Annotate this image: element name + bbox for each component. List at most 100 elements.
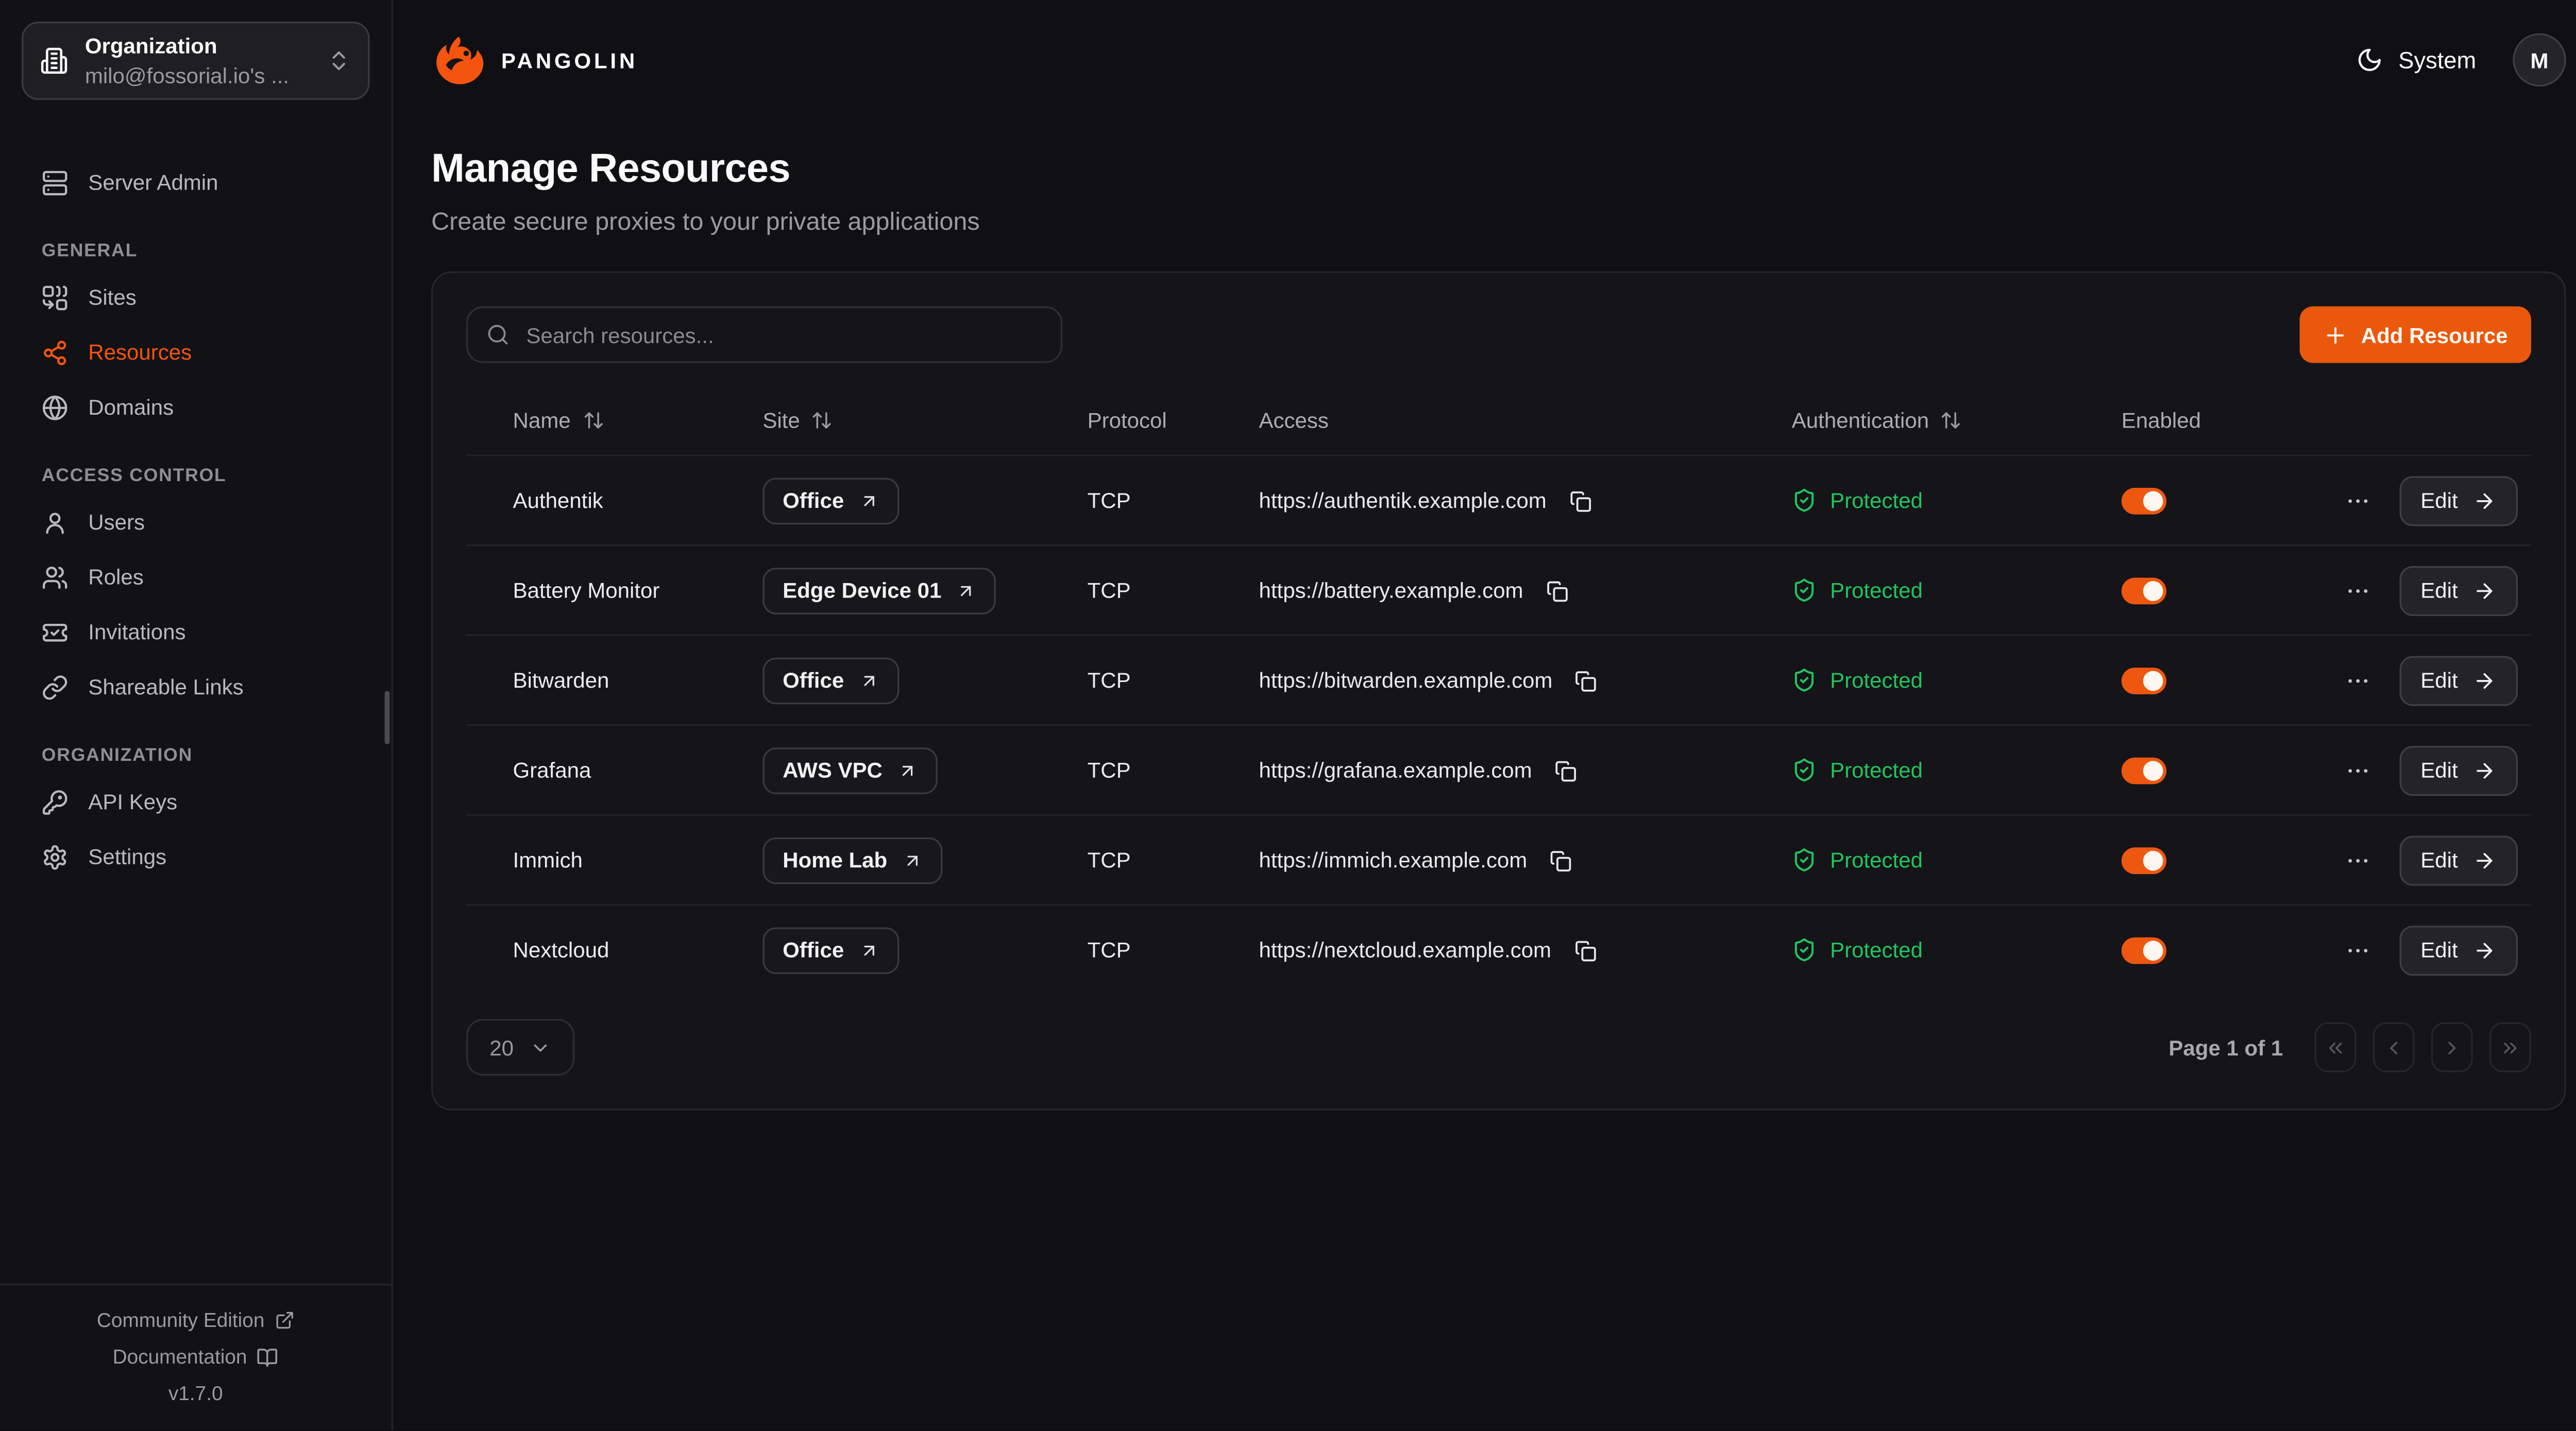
gear-icon — [42, 843, 69, 870]
community-edition-label: Community Edition — [97, 1308, 265, 1332]
toggle-knob — [2143, 490, 2163, 510]
site-name: Office — [783, 668, 844, 692]
arrow-up-right-icon — [957, 580, 977, 600]
sidebar-item-label: Roles — [88, 565, 143, 589]
site-link-button[interactable]: Edge Device 01 — [762, 567, 996, 614]
row-menu-button[interactable] — [2341, 754, 2374, 787]
chevron-down-icon — [530, 1036, 552, 1058]
table-row: Immich Home Lab TCP https://immich.e — [466, 814, 2531, 905]
chevrons-left-icon — [2325, 1036, 2346, 1058]
pangolin-logo-icon — [431, 32, 486, 88]
enabled-toggle[interactable] — [2122, 577, 2166, 604]
sidebar-scrollbar-thumb[interactable] — [385, 691, 390, 744]
sidebar-item-roles[interactable]: Roles — [20, 550, 371, 605]
resources-card: Add Resource Name Site — [431, 271, 2566, 1111]
row-menu-button[interactable] — [2341, 933, 2374, 967]
arrow-up-right-icon — [859, 940, 879, 960]
enabled-toggle[interactable] — [2122, 757, 2166, 783]
site-name: Office — [783, 488, 844, 513]
copy-icon[interactable] — [1569, 663, 1603, 697]
auth-status-badge: Protected — [1830, 758, 1923, 782]
auth-status-badge: Protected — [1830, 488, 1923, 513]
page-size-select[interactable]: 20 — [466, 1019, 575, 1076]
sidebar-item-resources[interactable]: Resources — [20, 325, 371, 380]
column-header-site[interactable]: Site — [762, 407, 1087, 432]
site-link-button[interactable]: Office — [762, 657, 899, 704]
arrow-right-icon — [2473, 489, 2496, 512]
edit-label: Edit — [2420, 578, 2458, 603]
auth-status-badge: Protected — [1830, 668, 1923, 692]
theme-selector[interactable]: System — [2357, 46, 2476, 73]
ticket-check-icon — [42, 619, 69, 645]
edit-button[interactable]: Edit — [2399, 835, 2518, 885]
enabled-toggle[interactable] — [2122, 847, 2166, 874]
table-row: Grafana AWS VPC TCP https://grafana. — [466, 724, 2531, 814]
copy-icon[interactable] — [1544, 843, 1578, 877]
avatar[interactable]: M — [2513, 33, 2566, 87]
chevrons-up-down-icon — [326, 48, 351, 73]
column-header-name[interactable]: Name — [513, 407, 762, 432]
documentation-link[interactable]: Documentation — [0, 1339, 392, 1375]
site-link-button[interactable]: Office — [762, 477, 899, 523]
column-header-authentication[interactable]: Authentication — [1792, 407, 2122, 432]
row-menu-button[interactable] — [2341, 843, 2374, 877]
copy-icon[interactable] — [1563, 484, 1597, 517]
arrow-up-right-icon — [902, 850, 922, 870]
avatar-initial: M — [2530, 47, 2548, 72]
toggle-knob — [2143, 760, 2163, 780]
sidebar-item-label: Settings — [88, 844, 166, 869]
user-icon — [42, 508, 69, 535]
community-edition-link[interactable]: Community Edition — [0, 1302, 392, 1339]
book-open-icon — [257, 1346, 279, 1368]
moon-icon — [2357, 46, 2383, 73]
site-link-button[interactable]: AWS VPC — [762, 747, 937, 793]
sidebar-item-sites[interactable]: Sites — [20, 270, 371, 325]
sidebar-item-shareable-links[interactable]: Shareable Links — [20, 659, 371, 714]
sidebar-item-settings[interactable]: Settings — [20, 829, 371, 884]
site-link-button[interactable]: Home Lab — [762, 837, 942, 883]
edit-button[interactable]: Edit — [2399, 745, 2518, 795]
enabled-toggle[interactable] — [2122, 667, 2166, 693]
page-content: Manage Resources Create secure proxies t… — [393, 120, 2576, 1111]
row-menu-button[interactable] — [2341, 573, 2374, 607]
last-page-button[interactable] — [2489, 1023, 2531, 1072]
edit-button[interactable]: Edit — [2399, 475, 2518, 525]
protocol-value: TCP — [1088, 488, 1259, 513]
first-page-button[interactable] — [2315, 1023, 2357, 1072]
copy-icon[interactable] — [1568, 933, 1601, 967]
edit-button[interactable]: Edit — [2399, 925, 2518, 975]
org-selector-title: Organization — [85, 32, 217, 57]
version-label: v1.7.0 — [0, 1375, 392, 1412]
org-selector[interactable]: Organization milo@fossorial.io's ... — [22, 22, 370, 100]
brand-logo: PANGOLIN — [431, 32, 638, 88]
toggle-knob — [2143, 670, 2163, 690]
next-page-button[interactable] — [2431, 1023, 2473, 1072]
protocol-value: TCP — [1088, 668, 1259, 692]
shield-check-icon — [1792, 938, 1817, 962]
sidebar-item-domains[interactable]: Domains — [20, 380, 371, 435]
arrow-right-icon — [2473, 758, 2496, 781]
building-icon — [40, 46, 69, 75]
row-menu-button[interactable] — [2341, 484, 2374, 517]
external-link-icon — [275, 1310, 295, 1331]
sidebar-item-invitations[interactable]: Invitations — [20, 604, 371, 659]
edit-button[interactable]: Edit — [2399, 655, 2518, 705]
sidebar-item-users[interactable]: Users — [20, 495, 371, 550]
sort-icon — [811, 408, 833, 430]
search-input[interactable] — [523, 320, 1042, 349]
edit-button[interactable]: Edit — [2399, 565, 2518, 615]
sidebar-item-server-admin[interactable]: Server Admin — [20, 155, 371, 210]
theme-label: System — [2398, 46, 2476, 73]
copy-icon[interactable] — [1540, 573, 1573, 607]
prev-page-button[interactable] — [2373, 1023, 2415, 1072]
row-menu-button[interactable] — [2341, 663, 2374, 697]
add-resource-button[interactable]: Add Resource — [2299, 306, 2531, 363]
enabled-toggle[interactable] — [2122, 936, 2166, 963]
copy-icon[interactable] — [1549, 754, 1582, 787]
site-link-button[interactable]: Office — [762, 927, 899, 974]
combine-icon — [42, 284, 69, 311]
sidebar-item-api-keys[interactable]: API Keys — [20, 774, 371, 829]
users-icon — [42, 564, 69, 590]
protocol-value: TCP — [1088, 758, 1259, 782]
enabled-toggle[interactable] — [2122, 487, 2166, 514]
